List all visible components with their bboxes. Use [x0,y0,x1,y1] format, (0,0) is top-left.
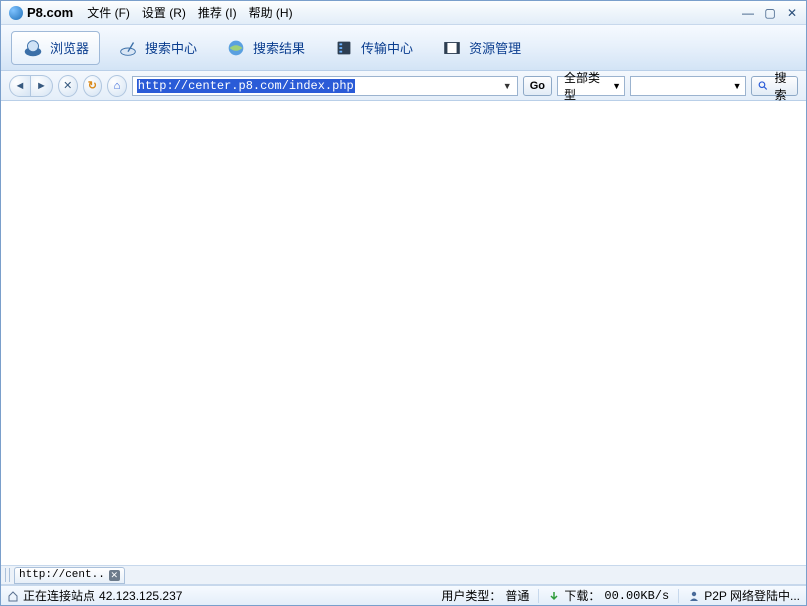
type-filter-dropdown[interactable]: 全部类型 ▼ [557,76,625,96]
download-icon [548,590,560,602]
chevron-down-icon: ▼ [733,81,742,91]
menu-recommend[interactable]: 推荐 (I) [194,2,241,23]
tab-search-center[interactable]: 搜索中心 [106,31,208,65]
user-type-label: 用户类型： [441,587,501,604]
search-icon [758,80,768,91]
separator-icon [538,589,539,603]
menu-settings[interactable]: 设置 (R) [138,2,190,23]
app-logo-icon [9,6,23,20]
film-icon [441,38,463,58]
close-button[interactable]: ✕ [784,6,800,20]
stop-button[interactable]: ✕ [58,75,78,97]
tab-search-result-label: 搜索结果 [253,38,305,57]
p2p-status: P2P 网络登陆中... [704,587,800,604]
menu-file[interactable]: 文件 (F) [83,2,134,23]
home-button[interactable]: ⌂ [107,75,127,97]
page-tab[interactable]: http://cent.. ✕ [14,567,125,584]
browser-icon [22,38,44,58]
address-dropdown-icon[interactable]: ▼ [503,81,515,91]
tab-close-button[interactable]: ✕ [109,570,120,581]
tab-browser[interactable]: 浏览器 [11,31,100,65]
search-button[interactable]: 搜索 [751,76,798,96]
server-icon [333,38,355,58]
chevron-down-icon: ▼ [612,81,621,91]
user-type-value: 普通 [505,587,529,604]
status-bar: 正在连接站点 42.123.125.237 用户类型： 普通 下载： 00.00… [1,585,806,605]
globe-icon [225,38,247,58]
type-filter-value: 全部类型 [564,69,606,103]
nav-back-forward: ◄ ► [9,75,53,97]
tab-search-result[interactable]: 搜索结果 [214,31,316,65]
back-button[interactable]: ◄ [9,75,31,97]
address-value: http://center.p8.com/index.php [137,79,355,93]
satellite-icon [117,38,139,58]
minimize-button[interactable]: — [740,6,756,20]
separator-icon [678,589,679,603]
main-toolbar: 浏览器 搜索中心 搜索结果 传输中心 资源管理 [1,25,806,71]
app-name: P8.com [27,5,73,20]
user-icon [688,590,700,602]
tab-resource-manager[interactable]: 资源管理 [430,31,532,65]
page-tab-bar: http://cent.. ✕ [1,565,806,585]
status-connecting-label: 正在连接站点 [23,587,95,604]
status-p2p: P2P 网络登陆中... [688,587,800,604]
address-bar[interactable]: http://center.p8.com/index.php ▼ [132,76,518,96]
status-ip: 42.123.125.237 [99,589,182,603]
tab-search-center-label: 搜索中心 [145,38,197,57]
title-bar: P8.com 文件 (F) 设置 (R) 推荐 (I) 帮助 (H) — ▢ ✕ [1,1,806,25]
search-input[interactable]: ▼ [630,76,746,96]
download-value: 00.00KB/s [604,589,669,603]
home-icon [7,590,19,602]
content-area [1,101,806,565]
tab-transfer-center-label: 传输中心 [361,38,413,57]
menu-bar: 文件 (F) 设置 (R) 推荐 (I) 帮助 (H) [83,2,740,23]
tab-browser-label: 浏览器 [50,38,89,57]
window-controls: — ▢ ✕ [740,6,800,20]
go-button[interactable]: Go [523,76,552,96]
tab-grip-icon[interactable] [5,568,10,582]
search-button-label: 搜索 [770,69,791,103]
page-tab-label: http://cent.. [19,569,105,581]
status-connecting: 正在连接站点 42.123.125.237 [7,587,182,604]
refresh-button[interactable]: ↻ [83,75,103,97]
menu-help[interactable]: 帮助 (H) [245,2,297,23]
navigation-bar: ◄ ► ✕ ↻ ⌂ http://center.p8.com/index.php… [1,71,806,101]
tab-transfer-center[interactable]: 传输中心 [322,31,424,65]
status-user-type: 用户类型： 普通 [441,587,529,604]
forward-button[interactable]: ► [31,75,53,97]
maximize-button[interactable]: ▢ [762,6,778,20]
status-download: 下载： 00.00KB/s [548,587,669,604]
download-label: 下载： [564,587,600,604]
tab-resource-manager-label: 资源管理 [469,38,521,57]
